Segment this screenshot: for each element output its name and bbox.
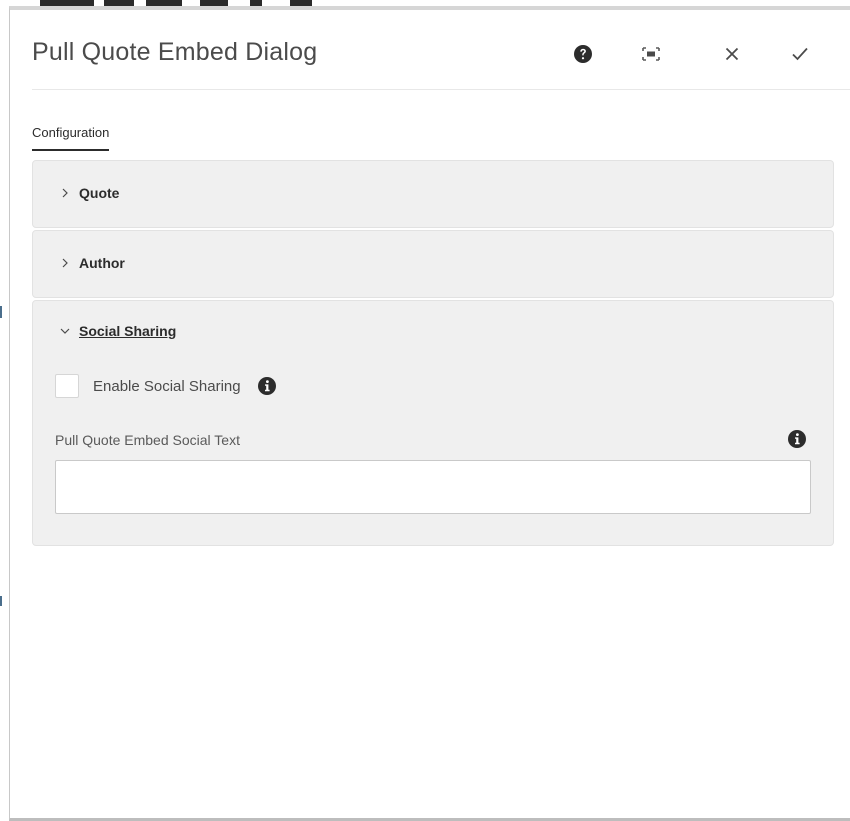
- section-quote-toggle[interactable]: Quote: [58, 185, 119, 201]
- section-author-toggle[interactable]: Author: [58, 255, 125, 271]
- section-author-label: Author: [79, 255, 125, 271]
- info-icon[interactable]: [257, 376, 277, 396]
- chevron-down-icon: [58, 327, 72, 335]
- enable-social-sharing-label: Enable Social Sharing: [93, 377, 241, 395]
- section-social-sharing-label: Social Sharing: [79, 323, 177, 339]
- pull-quote-dialog: Pull Quote Embed Dialog Configuration Qu…: [9, 6, 850, 821]
- section-author: Author: [32, 230, 834, 298]
- tab-list: Configuration: [32, 124, 110, 151]
- info-icon[interactable]: [787, 429, 807, 449]
- section-quote-label: Quote: [79, 185, 120, 201]
- done-button[interactable]: [786, 40, 814, 68]
- dialog-header: Pull Quote Embed Dialog: [32, 10, 850, 90]
- help-button[interactable]: [569, 40, 597, 68]
- backdrop-edge-mark: [0, 306, 2, 318]
- section-social-sharing-toggle[interactable]: Social Sharing: [58, 323, 176, 339]
- checkmark-icon: [792, 47, 808, 61]
- social-text-input[interactable]: [55, 460, 811, 514]
- tab-configuration[interactable]: Configuration: [32, 125, 110, 151]
- dialog-title: Pull Quote Embed Dialog: [32, 38, 318, 66]
- fullscreen-icon: [642, 47, 660, 61]
- enable-social-sharing-checkbox[interactable]: [55, 374, 79, 398]
- enable-social-sharing-row: Enable Social Sharing: [55, 374, 277, 398]
- chevron-right-icon: [58, 188, 72, 198]
- backdrop-edge-mark: [0, 596, 2, 606]
- section-quote: Quote: [32, 160, 834, 228]
- section-social-sharing: Social Sharing Enable Social Sharing Pul…: [32, 300, 834, 546]
- help-icon: [574, 45, 592, 63]
- chevron-right-icon: [58, 258, 72, 268]
- social-text-field-label: Pull Quote Embed Social Text: [55, 432, 240, 448]
- fullscreen-button[interactable]: [637, 40, 665, 68]
- close-button[interactable]: [718, 40, 746, 68]
- close-icon: [725, 47, 739, 61]
